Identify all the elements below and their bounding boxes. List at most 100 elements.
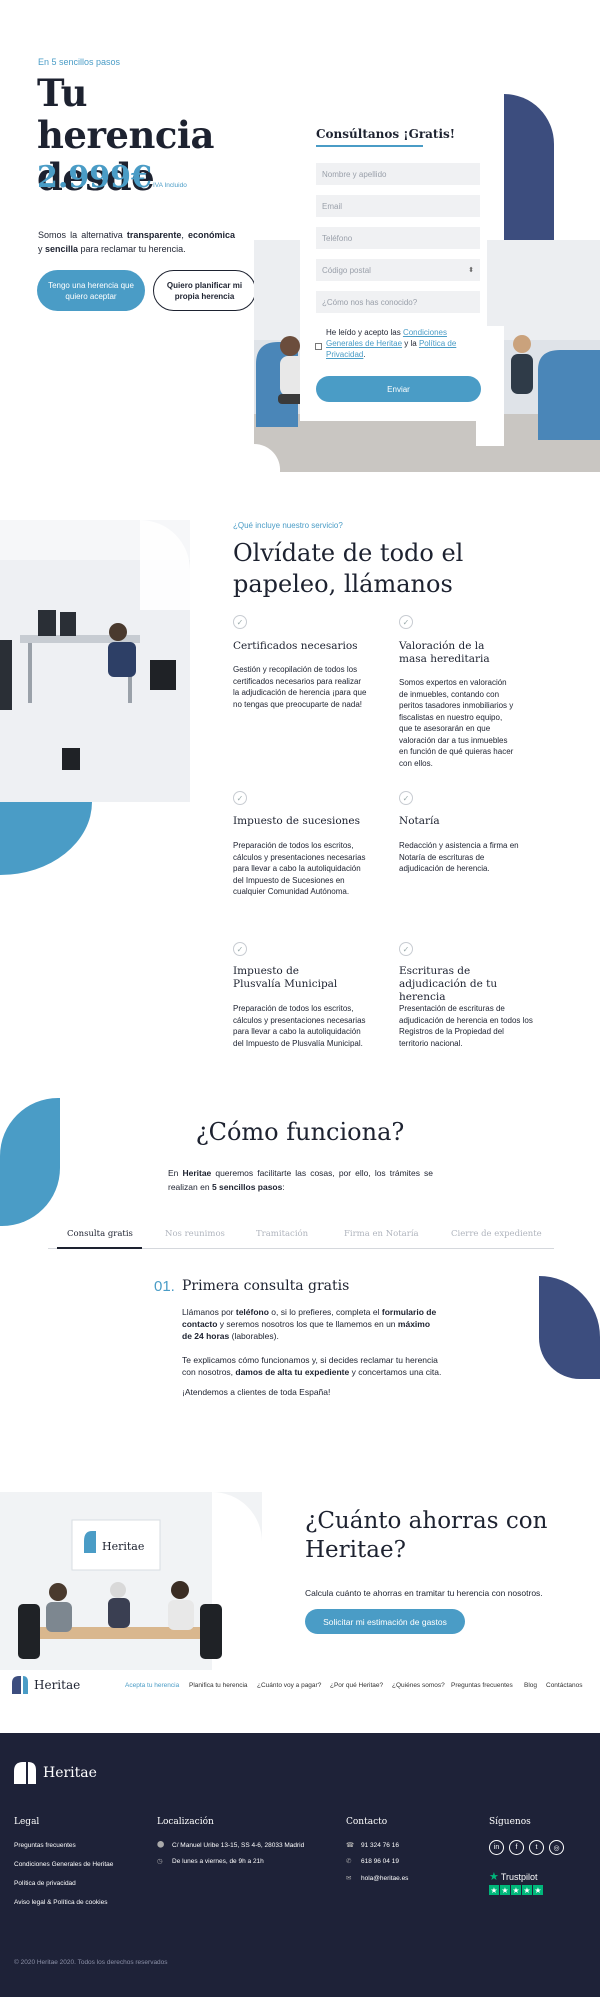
footer-link[interactable]: Preguntas frecuentes <box>14 1842 76 1849</box>
nav-link-pricing[interactable]: ¿Cuánto voy a pagar? <box>257 1682 321 1689</box>
footer-contact-heading: Contacto <box>346 1817 388 1827</box>
service-description: Preparación de todos los escritos, cálcu… <box>233 841 366 896</box>
step-paragraph: ¡Atendemos a clientes de toda España! <box>182 1387 331 1397</box>
form-title: Consúltanos ¡Gratis! <box>316 127 456 141</box>
plan-inheritance-button[interactable]: Quiero planificar mi propia herencia <box>153 270 256 311</box>
trustpilot-star-icon: ★ <box>489 1871 499 1883</box>
step-tab-4[interactable]: Firma en Notaría <box>344 1229 419 1239</box>
location-pin-icon: ⬤ <box>157 1841 165 1848</box>
check-icon: ✓ <box>399 791 413 805</box>
step-paragraph: Llámanos por teléfono o, si lo prefieres… <box>182 1307 437 1341</box>
postal-code-field[interactable]: Código postal ⬍ <box>316 259 480 281</box>
footer-link[interactable]: Política de privacidad <box>14 1880 76 1887</box>
hero-kicker: En 5 sencillos pasos <box>38 57 121 67</box>
service-title: Impuesto de Plusvalía Municipal <box>233 965 338 990</box>
heritae-logo-icon <box>12 1676 28 1694</box>
twitter-icon[interactable]: t <box>529 1840 544 1855</box>
linkedin-icon[interactable]: in <box>489 1840 504 1855</box>
submit-button[interactable]: Enviar <box>316 376 481 402</box>
email-field[interactable]: Email <box>316 195 480 217</box>
active-step-indicator <box>57 1247 142 1249</box>
service-description: Redacción y asistencia a firma en Notarí… <box>399 841 519 873</box>
service-description: Preparación de todos los escritos, cálcu… <box>233 1004 366 1048</box>
copyright: © 2020 Heritae 2020. Todos los derechos … <box>14 1959 168 1966</box>
star-icon: ★ <box>533 1885 543 1895</box>
how-did-you-hear-field[interactable]: ¿Cómo nos has conocido? <box>316 291 480 313</box>
service-title: Impuesto de sucesiones <box>233 815 361 827</box>
services-kicker: ¿Qué incluye nuestro servicio? <box>233 521 343 530</box>
nav-link-contact[interactable]: Contáctanos <box>546 1682 583 1689</box>
accept-terms-checkbox[interactable] <box>315 343 322 350</box>
step-tab-1[interactable]: Consulta gratis <box>67 1229 133 1239</box>
check-icon: ✓ <box>399 615 413 629</box>
footer-phone[interactable]: 91 324 76 16 <box>361 1842 399 1849</box>
nav-link-plan[interactable]: Planifica tu herencia <box>189 1682 248 1689</box>
mail-icon: ✉ <box>346 1875 352 1882</box>
nav-link-blog[interactable]: Blog <box>524 1682 537 1689</box>
how-it-works-intro: En Heritae queremos facilitarte las cosa… <box>168 1168 433 1192</box>
hero-price: 2.999€ <box>37 160 152 195</box>
price-note: IVA Incluido <box>153 182 187 189</box>
accept-terms-label: He leído y acepto las Condiciones Genera… <box>326 328 457 359</box>
footer-social-heading: Síguenos <box>489 1817 531 1827</box>
step-tab-5[interactable]: Cierre de expediente <box>451 1229 542 1239</box>
phone-field[interactable]: Teléfono <box>316 227 480 249</box>
savings-description: Calcula cuánto te ahorras en tramitar tu… <box>305 1588 543 1598</box>
phone-icon: ☎ <box>346 1842 355 1849</box>
footer-address: C/ Manuel Uribe 13-15, SS 4-6, 28033 Mad… <box>172 1842 305 1849</box>
trustpilot-badge[interactable]: ★ Trustpilot <box>489 1870 538 1883</box>
step-number: 01. <box>154 1278 175 1295</box>
nav-link-about[interactable]: ¿Quiénes somos? <box>392 1682 445 1689</box>
name-field[interactable]: Nombre y apellido <box>316 163 480 185</box>
screen-logo-text: Heritae <box>102 1540 144 1553</box>
check-icon: ✓ <box>399 942 413 956</box>
footer-email[interactable]: hola@heritae.es <box>361 1875 408 1882</box>
services-title: Olvídate de todo el papeleo, llámanos <box>233 539 464 598</box>
nav-link-faq[interactable]: Preguntas frecuentes <box>451 1682 513 1689</box>
nav-logo[interactable]: Heritae <box>12 1676 80 1694</box>
trustpilot-stars: ★ ★ ★ ★ ★ <box>489 1885 543 1895</box>
service-title: Notaría <box>399 815 440 827</box>
accept-inheritance-button[interactable]: Tengo una herencia que quiero aceptar <box>37 270 145 311</box>
step-tab-2[interactable]: Nos reunimos <box>165 1229 225 1239</box>
nav-link-why[interactable]: ¿Por qué Heritae? <box>330 1682 383 1689</box>
check-icon: ✓ <box>233 615 247 629</box>
how-it-works-title: ¿Cómo funciona? <box>195 1118 405 1146</box>
instagram-icon[interactable]: ◎ <box>549 1840 564 1855</box>
blue-quarter-shape <box>0 802 92 875</box>
heritae-logo-icon <box>14 1762 36 1784</box>
star-icon: ★ <box>522 1885 532 1895</box>
footer-link[interactable]: Condiciones Generales de Heritae <box>14 1861 113 1868</box>
nav-link-accept[interactable]: Acepta tu herencia <box>125 1682 179 1689</box>
service-title: Certificados necesarios <box>233 640 358 652</box>
check-icon: ✓ <box>233 791 247 805</box>
hero-description: Somos la alternativa transparente, econó… <box>38 230 235 254</box>
footer-hours: De lunes a viernes, de 9h a 21h <box>172 1858 264 1865</box>
service-title: Valoración de la masa hereditaria <box>399 640 490 665</box>
star-icon: ★ <box>500 1885 510 1895</box>
spinner-icon: ⬍ <box>468 267 474 274</box>
step-title: Primera consulta gratis <box>182 1278 350 1294</box>
service-description: Somos expertos en valoración de inmueble… <box>399 678 514 768</box>
service-title: Escrituras de adjudicación de tu herenci… <box>399 965 498 1003</box>
check-icon: ✓ <box>233 942 247 956</box>
star-icon: ★ <box>489 1885 499 1895</box>
whatsapp-icon: ✆ <box>346 1858 352 1865</box>
clock-icon: ◷ <box>157 1858 163 1865</box>
footer-link[interactable]: Aviso legal & Política de cookies <box>14 1899 107 1906</box>
footer-logo[interactable]: Heritae <box>14 1762 97 1784</box>
footer-location-heading: Localización <box>157 1817 214 1827</box>
meeting-photo: Heritae <box>0 1492 262 1670</box>
star-icon: ★ <box>511 1885 521 1895</box>
footer-legal-heading: Legal <box>14 1817 40 1827</box>
facebook-icon[interactable]: f <box>509 1840 524 1855</box>
navy-half-shape <box>539 1276 600 1379</box>
service-description: Presentación de escrituras de adjudicaci… <box>399 1004 533 1048</box>
footer-whatsapp[interactable]: 618 96 04 19 <box>361 1858 399 1865</box>
step-tab-3[interactable]: Tramitación <box>256 1229 308 1239</box>
form-title-underline <box>316 145 423 147</box>
step-paragraph: Te explicamos cómo funcionamos y, si dec… <box>182 1355 442 1377</box>
office-photo <box>0 520 190 875</box>
service-description: Gestión y recopilación de todos los cert… <box>233 665 367 709</box>
request-estimate-button[interactable]: Solicitar mi estimación de gastos <box>305 1609 465 1634</box>
